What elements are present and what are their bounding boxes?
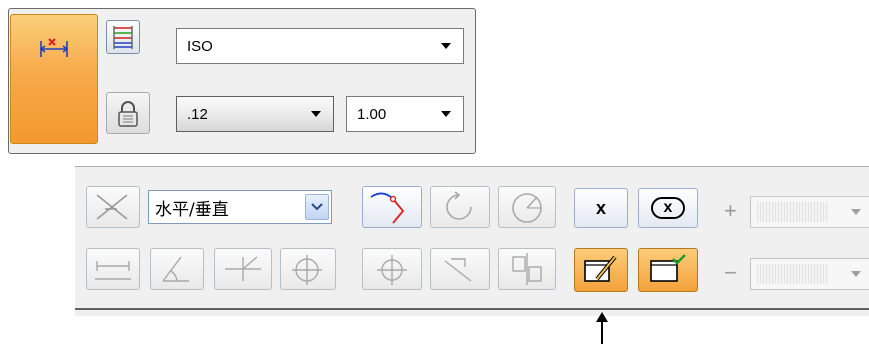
angular-rotate-button[interactable] bbox=[498, 186, 556, 228]
center-point-icon bbox=[377, 255, 407, 285]
combo-disabled-fill bbox=[757, 202, 829, 222]
chevron-down-icon bbox=[441, 43, 451, 49]
edit-dimension-icon bbox=[584, 255, 617, 282]
align-button[interactable] bbox=[498, 248, 556, 290]
precision-value: .12 bbox=[187, 105, 208, 123]
dimension-style-select[interactable]: ISO bbox=[176, 28, 464, 64]
center-point-button[interactable] bbox=[362, 248, 422, 290]
align-icon bbox=[512, 253, 542, 285]
dimension-style-button[interactable] bbox=[106, 20, 140, 54]
chevron-down-icon bbox=[305, 194, 329, 220]
coordinate-dimension-button[interactable] bbox=[214, 248, 272, 290]
angle-between-icon bbox=[162, 256, 189, 282]
delete-icon: x bbox=[595, 197, 606, 218]
coordinate-dimension-icon bbox=[225, 256, 261, 281]
distance-between-button[interactable] bbox=[86, 248, 140, 290]
chevron-down-icon bbox=[851, 209, 861, 215]
distance-between-icon bbox=[95, 261, 131, 280]
connect-icon bbox=[370, 192, 405, 224]
rotate-icon bbox=[446, 191, 472, 220]
angular-rotate-icon bbox=[512, 193, 542, 223]
symmetric-diameter-icon bbox=[292, 255, 322, 285]
toolbar-divider bbox=[75, 308, 869, 310]
horizontal-vertical-button[interactable] bbox=[86, 186, 140, 228]
delete-all-icon: x bbox=[639, 189, 697, 227]
plus-sign: + bbox=[724, 198, 737, 223]
connect-button[interactable] bbox=[362, 186, 422, 228]
dimension-style-value: ISO bbox=[187, 37, 213, 55]
rotate-button[interactable] bbox=[430, 186, 490, 228]
plus-value-combo[interactable] bbox=[750, 196, 869, 228]
accept-dimension-button[interactable] bbox=[638, 248, 698, 292]
delete-button[interactable]: x bbox=[574, 188, 628, 228]
scale-select[interactable]: 1.00 bbox=[346, 96, 464, 132]
move-dimension-button[interactable] bbox=[430, 248, 490, 290]
combo-disabled-fill bbox=[757, 264, 829, 284]
minus-value-combo[interactable] bbox=[750, 258, 869, 290]
angle-between-button[interactable] bbox=[150, 248, 204, 290]
precision-select[interactable]: .12 bbox=[176, 96, 334, 132]
lock-button[interactable] bbox=[106, 92, 150, 134]
move-dimension-icon bbox=[444, 258, 472, 282]
accept-dimension-icon bbox=[650, 254, 686, 282]
lock-icon bbox=[118, 101, 138, 127]
smart-dimension-icon bbox=[39, 38, 69, 57]
scale-value: 1.00 bbox=[357, 105, 387, 123]
dimension-style-icon bbox=[113, 26, 133, 49]
direction-value: 水平/垂直 bbox=[155, 199, 229, 220]
direction-select[interactable]: 水平/垂直 bbox=[148, 190, 332, 224]
edit-dimension-button[interactable] bbox=[574, 248, 628, 292]
chevron-down-icon bbox=[851, 271, 861, 277]
horizontal-vertical-icon bbox=[96, 194, 128, 220]
minus-sign: − bbox=[724, 260, 737, 285]
chevron-down-icon bbox=[311, 111, 321, 117]
pointer-arrow-icon bbox=[596, 312, 608, 344]
smart-dimension-button[interactable] bbox=[10, 14, 98, 144]
symmetric-diameter-button[interactable] bbox=[280, 248, 336, 290]
delete-all-button[interactable]: x bbox=[638, 188, 698, 228]
chevron-down-icon bbox=[441, 111, 451, 117]
